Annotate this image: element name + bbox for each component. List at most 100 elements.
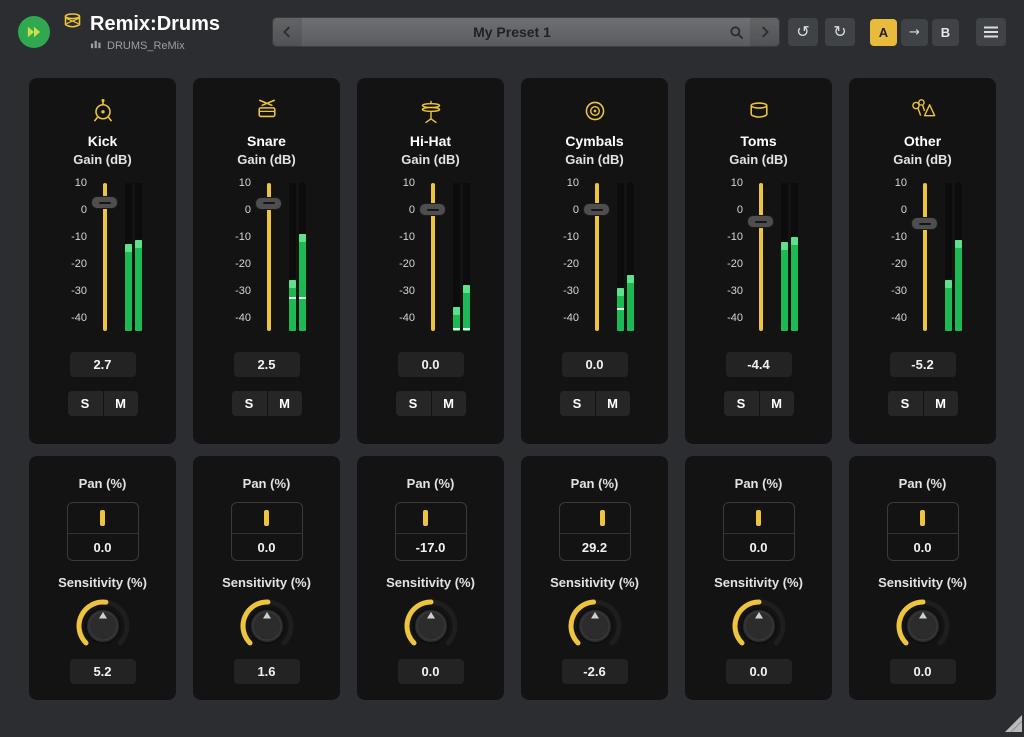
fader-tick-label: -20 xyxy=(62,258,87,270)
undo-button[interactable]: ↺ xyxy=(788,18,818,46)
pan-slider[interactable] xyxy=(232,503,302,533)
gain-value[interactable]: -5.2 xyxy=(890,352,956,377)
resize-grip[interactable] xyxy=(1002,712,1022,732)
pan-value[interactable]: 0.0 xyxy=(68,533,138,560)
sensitivity-value[interactable]: 0.0 xyxy=(398,659,464,684)
pan-slider[interactable] xyxy=(888,503,958,533)
gain-fader[interactable] xyxy=(89,183,121,331)
pan-value[interactable]: 29.2 xyxy=(560,533,630,560)
gain-fader-handle[interactable] xyxy=(91,196,118,209)
level-meter xyxy=(781,183,799,331)
fader-tick-label: -20 xyxy=(554,258,579,270)
preset-name[interactable]: My Preset 1 xyxy=(302,24,722,40)
level-meter xyxy=(289,183,307,331)
gain-value[interactable]: -4.4 xyxy=(726,352,792,377)
next-preset-button[interactable] xyxy=(750,17,780,47)
sensitivity-knob[interactable] xyxy=(401,595,461,655)
solo-button[interactable]: S xyxy=(396,391,431,416)
fader-tick-label: 10 xyxy=(718,177,743,189)
solo-button[interactable]: S xyxy=(68,391,103,416)
pan-handle[interactable] xyxy=(264,510,269,526)
knob-graphic xyxy=(73,595,133,655)
fader-tick-label: -30 xyxy=(62,285,87,297)
gain-fader-handle[interactable] xyxy=(747,215,774,228)
sensitivity-value[interactable]: -2.6 xyxy=(562,659,628,684)
gain-fader[interactable] xyxy=(581,183,613,331)
ab-copy-button[interactable]: → xyxy=(901,19,928,46)
sensitivity-knob[interactable] xyxy=(893,595,953,655)
menu-button[interactable] xyxy=(976,18,1006,46)
pan-handle[interactable] xyxy=(756,510,761,526)
mute-button[interactable]: M xyxy=(923,391,958,416)
pan-slider[interactable] xyxy=(724,503,794,533)
pan-slider[interactable] xyxy=(396,503,466,533)
sensitivity-value[interactable]: 0.0 xyxy=(890,659,956,684)
gain-panel: Cymbals Gain (dB) 100-10-20-30-40 0.0 S … xyxy=(521,78,668,444)
gain-value[interactable]: 0.0 xyxy=(398,352,464,377)
ab-compare-group: A → B xyxy=(870,19,959,46)
pan-handle[interactable] xyxy=(100,510,105,526)
gain-fader-handle[interactable] xyxy=(255,197,282,210)
pan-control[interactable]: 0.0 xyxy=(231,502,303,561)
mute-button[interactable]: M xyxy=(103,391,138,416)
channel-name: Kick xyxy=(88,133,118,150)
level-meter xyxy=(453,183,471,331)
play-button[interactable] xyxy=(18,16,50,48)
ab-a-button[interactable]: A xyxy=(870,19,897,46)
resize-grip-icon xyxy=(1002,712,1022,732)
sensitivity-value[interactable]: 1.6 xyxy=(234,659,300,684)
pan-value[interactable]: -17.0 xyxy=(396,533,466,560)
gain-value[interactable]: 0.0 xyxy=(562,352,628,377)
pan-handle[interactable] xyxy=(423,510,428,526)
gain-label: Gain (dB) xyxy=(729,152,788,168)
gain-value[interactable]: 2.5 xyxy=(234,352,300,377)
redo-button[interactable]: ↻ xyxy=(825,18,855,46)
pan-handle[interactable] xyxy=(920,510,925,526)
pan-control[interactable]: 0.0 xyxy=(67,502,139,561)
pan-value[interactable]: 0.0 xyxy=(888,533,958,560)
level-meter-left xyxy=(289,183,296,331)
fader-area: 100-10-20-30-40 xyxy=(718,178,799,336)
ab-b-button[interactable]: B xyxy=(932,19,959,46)
solo-button[interactable]: S xyxy=(560,391,595,416)
sensitivity-knob[interactable] xyxy=(729,595,789,655)
search-icon xyxy=(729,25,744,40)
gain-label: Gain (dB) xyxy=(401,152,460,168)
pan-control[interactable]: 0.0 xyxy=(887,502,959,561)
mute-button[interactable]: M xyxy=(431,391,466,416)
gain-fader[interactable] xyxy=(417,183,449,331)
gain-value[interactable]: 2.7 xyxy=(70,352,136,377)
gain-fader[interactable] xyxy=(909,183,941,331)
sensitivity-value[interactable]: 5.2 xyxy=(70,659,136,684)
gain-fader[interactable] xyxy=(745,183,777,331)
fader-tick-label: -10 xyxy=(554,231,579,243)
solo-button[interactable]: S xyxy=(888,391,923,416)
solo-button[interactable]: S xyxy=(232,391,267,416)
sensitivity-knob[interactable] xyxy=(237,595,297,655)
mute-button[interactable]: M xyxy=(759,391,794,416)
sensitivity-knob[interactable] xyxy=(73,595,133,655)
gain-fader-handle[interactable] xyxy=(419,203,446,216)
gain-fader-handle[interactable] xyxy=(911,217,938,230)
pan-control[interactable]: 0.0 xyxy=(723,502,795,561)
pan-control[interactable]: 29.2 xyxy=(559,502,631,561)
pan-slider[interactable] xyxy=(560,503,630,533)
fader-tick-label: 0 xyxy=(390,204,415,216)
previous-preset-button[interactable] xyxy=(272,17,302,47)
pan-slider[interactable] xyxy=(68,503,138,533)
pan-value[interactable]: 0.0 xyxy=(232,533,302,560)
mute-button[interactable]: M xyxy=(595,391,630,416)
search-preset-button[interactable] xyxy=(722,17,750,47)
pan-control[interactable]: -17.0 xyxy=(395,502,467,561)
gain-fader-handle[interactable] xyxy=(583,203,610,216)
sensitivity-value[interactable]: 0.0 xyxy=(726,659,792,684)
pan-handle[interactable] xyxy=(600,510,605,526)
solo-button[interactable]: S xyxy=(724,391,759,416)
level-meter-right xyxy=(627,183,634,331)
sensitivity-knob[interactable] xyxy=(565,595,625,655)
mute-button[interactable]: M xyxy=(267,391,302,416)
fader-area: 100-10-20-30-40 xyxy=(62,178,143,336)
pan-value[interactable]: 0.0 xyxy=(724,533,794,560)
fader-area: 100-10-20-30-40 xyxy=(882,178,963,336)
gain-fader[interactable] xyxy=(253,183,285,331)
